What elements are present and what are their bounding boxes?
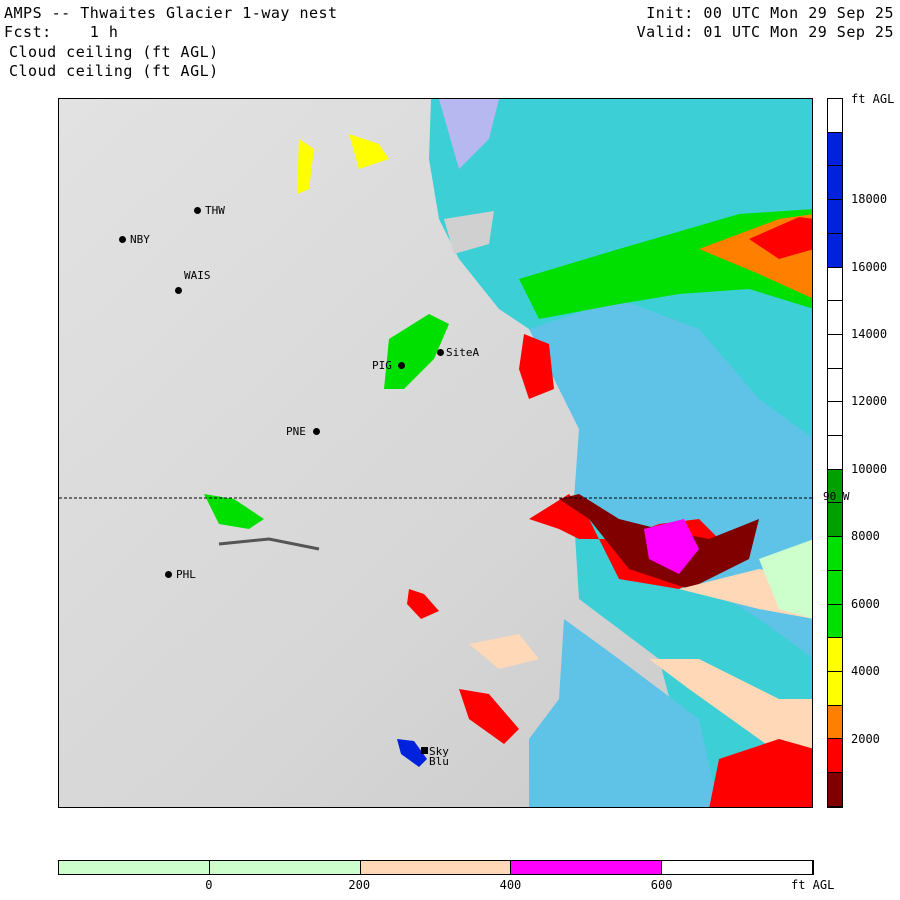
low-colorbar-tick-label: 0 (205, 878, 213, 892)
colorbar-bin (828, 99, 842, 133)
colorbar-bin (828, 604, 842, 639)
init-time: Init: 00 UTC Mon 29 Sep 25 (646, 4, 894, 22)
station-label-phl: PHL (176, 568, 196, 581)
station-marker (165, 571, 172, 578)
meridian-label: 90 W (823, 490, 850, 503)
low-colorbar-bin (511, 861, 663, 874)
low-colorbar-tick-label: 200 (348, 878, 371, 892)
colorbar-bin (828, 267, 842, 302)
colorbar-bin (828, 233, 842, 268)
colorbar-tick-label: 16000 (851, 259, 888, 274)
forecast-hour: Fcst: 1 h (4, 23, 119, 41)
low-colorbar-bin (209, 861, 361, 874)
low-colorbar-bin (59, 861, 210, 874)
colorbar-bin (828, 671, 842, 706)
low-colorbar-bin (662, 861, 813, 874)
colorbar-tick-label: 8000 (851, 529, 880, 544)
station-marker (398, 362, 405, 369)
colorbar-bin (828, 739, 842, 774)
station-marker (421, 747, 428, 754)
field-name-secondary: Cloud ceiling (ft AGL) (9, 62, 219, 80)
colorbar-tick-label: 18000 (851, 192, 888, 207)
colorbar-bin (828, 436, 842, 470)
station-label-wais: WAIS (184, 269, 211, 282)
colorbar-tick-label: 12000 (851, 394, 888, 409)
colorbar-bin (828, 638, 842, 672)
colorbar-bin (828, 200, 842, 234)
station-marker (194, 207, 201, 214)
station-marker (175, 287, 182, 294)
station-marker (313, 428, 320, 435)
colorbar-tick-label: 2000 (851, 731, 880, 746)
station-label-nby: NBY (130, 233, 150, 246)
low-colorbar-bin (360, 861, 512, 874)
colorbar-tick-label: 4000 (851, 664, 880, 679)
ceiling-colorbar (827, 98, 843, 808)
colorbar-bin (828, 368, 842, 403)
station-marker (119, 236, 126, 243)
station-label-sitea: SiteA (446, 346, 480, 359)
low-colorbar-units: ft AGL (791, 878, 835, 892)
colorbar-bin (828, 773, 842, 807)
station-label-pig: PIG (372, 359, 392, 372)
colorbar-tick-label: 14000 (851, 327, 888, 341)
colorbar-bin (828, 402, 842, 437)
colorbar-bin (828, 132, 842, 167)
station-label-blu: Blu (429, 755, 449, 768)
colorbar-units: ft AGL (851, 92, 895, 106)
map-field (59, 99, 812, 807)
colorbar-tick-label: 10000 (851, 461, 888, 476)
field-name: Cloud ceiling (ft AGL) (9, 43, 219, 61)
colorbar-bin (828, 705, 842, 740)
colorbar-bin (828, 166, 842, 201)
cloud-ceiling-map (58, 98, 813, 808)
map-title: AMPS -- Thwaites Glacier 1-way nest (4, 4, 338, 22)
valid-time: Valid: 01 UTC Mon 29 Sep 25 (636, 23, 894, 41)
station-marker (437, 349, 444, 356)
low-ceiling-colorbar (58, 860, 814, 875)
low-colorbar-tick-label: 400 (499, 878, 522, 892)
colorbar-bin (828, 570, 842, 605)
colorbar-bin (828, 301, 842, 335)
station-label-thw: THW (205, 204, 225, 217)
colorbar-tick-label: 6000 (851, 596, 880, 611)
station-label-pne: PNE (286, 425, 306, 438)
low-colorbar-tick-label: 600 (650, 878, 673, 892)
colorbar-bin (828, 503, 842, 538)
colorbar-bin (828, 537, 842, 571)
colorbar-bin (828, 334, 842, 369)
